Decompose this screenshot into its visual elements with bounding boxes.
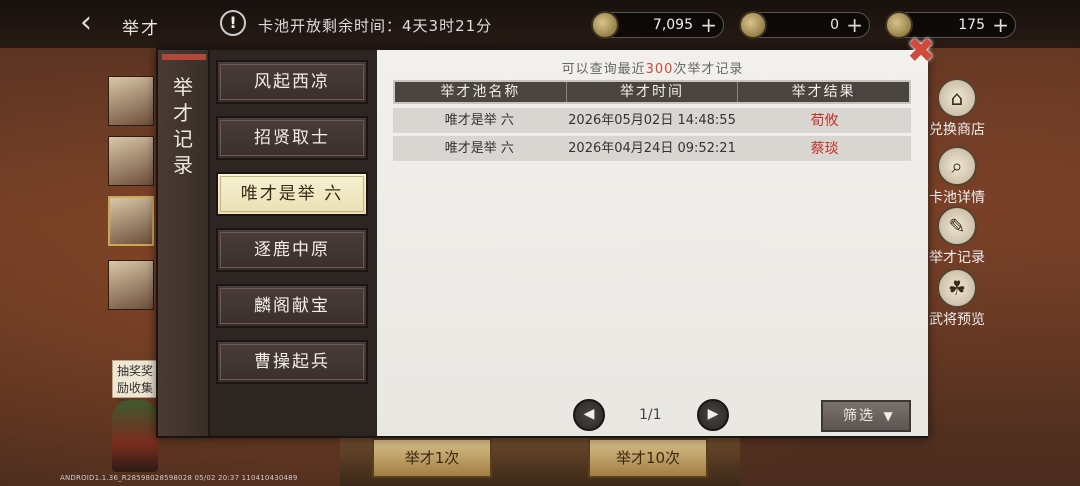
shop-icon: ⌂ (937, 78, 977, 118)
pool-tab-linge-xianbao[interactable]: 麟阁献宝 (216, 284, 368, 328)
hero-portrait[interactable] (108, 76, 154, 126)
arrow-left-icon: ◀ (583, 406, 595, 422)
close-icon: ✖ (906, 31, 936, 71)
column-header-pool: 举才池名称 (395, 82, 567, 102)
pool-timer: 卡池开放剩余时间：4天3时21分 (258, 17, 493, 35)
side-menu-label: 武将预览 (929, 312, 985, 328)
coin-icon (591, 11, 619, 39)
add-coin-button[interactable]: + (700, 13, 717, 37)
pool-tab-caocao-qibing[interactable]: 曹操起兵 (216, 340, 368, 384)
hero-figure (112, 400, 158, 472)
hero-portrait[interactable] (108, 260, 154, 310)
hero-portrait[interactable] (108, 136, 154, 186)
table-row[interactable]: 唯才是举 六 2026年04月24日 09:52:21 蔡琰 (393, 136, 911, 162)
pool-list: 风起西凉 招贤取士 唯才是举 六 逐鹿中原 麟阁献宝 曹操起兵 (216, 60, 368, 396)
filter-label: 筛选 (843, 408, 875, 424)
cell-pool: 唯才是举 六 (444, 113, 514, 128)
back-button[interactable]: ‹ (80, 8, 114, 38)
pool-tab-weicai-shiju[interactable]: 唯才是举 六 (216, 172, 368, 216)
query-note-suffix: 次举才记录 (673, 62, 744, 77)
query-note-count: 300 (645, 62, 674, 77)
cell-result: 蔡琰 (810, 141, 839, 157)
side-menu-label: 卡池详情 (929, 190, 985, 206)
cell-result: 荀攸 (810, 113, 839, 129)
query-note: 可以查询最近300次举才记录 (377, 58, 928, 77)
page-title: 举才 (122, 19, 160, 39)
funnel-icon: ▼ (883, 409, 895, 423)
table-row[interactable]: 唯才是举 六 2026年05月02日 14:48:55 荀攸 (393, 108, 911, 134)
resource-ingot: 0 + (739, 11, 870, 39)
filter-button[interactable]: 筛选 ▼ (821, 400, 911, 432)
next-page-button[interactable]: ▶ (697, 399, 729, 431)
draw-ten-button[interactable]: 举才10次 (588, 438, 708, 478)
pool-tab-zhaoxian-qushi[interactable]: 招贤取士 (216, 116, 368, 160)
resource-coin-value: 7,095 (652, 17, 693, 33)
exclamation-icon[interactable]: ! (220, 10, 246, 36)
cell-pool: 唯才是举 六 (444, 141, 514, 156)
side-menu-records[interactable]: ✎ 举才记录 (926, 206, 988, 267)
modal-title-strip: 举才记录 (158, 50, 210, 436)
records-content: 可以查询最近300次举才记录 举才池名称 举才时间 举才结果 唯才是举 六 20… (377, 50, 928, 436)
side-menu-shop[interactable]: ⌂ 兑换商店 (926, 78, 988, 139)
lottery-reward-tag[interactable]: 抽奖奖励收集可 (112, 360, 160, 412)
build-info: ANDROID1.1.36_R28598028598028 05/02 20:3… (60, 474, 298, 482)
arrow-right-icon: ▶ (707, 406, 719, 422)
column-header-result: 举才结果 (791, 84, 856, 100)
query-note-prefix: 可以查询最近 (561, 62, 646, 77)
add-ingot-button[interactable]: + (846, 13, 863, 37)
ingot-icon (739, 11, 767, 39)
pool-tab-zhulu-zhongyuan[interactable]: 逐鹿中原 (216, 228, 368, 272)
cell-time: 2026年04月24日 09:52:21 (568, 141, 736, 156)
search-icon: ⌕ (937, 146, 977, 186)
prev-page-button[interactable]: ◀ (573, 399, 605, 431)
resource-coin: 7,095 + (591, 11, 724, 39)
pool-tab-fengqi-xiliang[interactable]: 风起西凉 (216, 60, 368, 104)
side-menu-label: 举才记录 (929, 250, 985, 266)
column-header-time: 举才时间 (567, 82, 739, 102)
side-menu-label: 兑换商店 (929, 122, 985, 138)
modal-title: 举才记录 (173, 75, 195, 177)
title-accent-bar (162, 54, 206, 60)
record-icon: ✎ (937, 206, 977, 246)
side-menu-hero-preview[interactable]: ☘ 武将预览 (926, 268, 988, 329)
preview-icon: ☘ (937, 268, 977, 308)
cell-time: 2026年05月02日 14:48:55 (568, 113, 736, 128)
side-menu-pool-details[interactable]: ⌕ 卡池详情 (926, 146, 988, 207)
close-button[interactable]: ✖ (904, 34, 938, 70)
records-modal: 举才记录 风起西凉 招贤取士 唯才是举 六 逐鹿中原 麟阁献宝 曹操起兵 可以查… (156, 48, 928, 438)
table-header: 举才池名称 举才时间 举才结果 (393, 80, 911, 104)
add-gem-button[interactable]: + (992, 13, 1009, 37)
chevron-left-icon: ‹ (80, 5, 92, 40)
hero-portrait[interactable] (108, 196, 154, 246)
draw-once-button[interactable]: 举才1次 (372, 438, 492, 478)
page-indicator: 1/1 (639, 407, 662, 423)
resource-gem-value: 175 (958, 17, 985, 33)
resource-ingot-value: 0 (830, 17, 839, 33)
